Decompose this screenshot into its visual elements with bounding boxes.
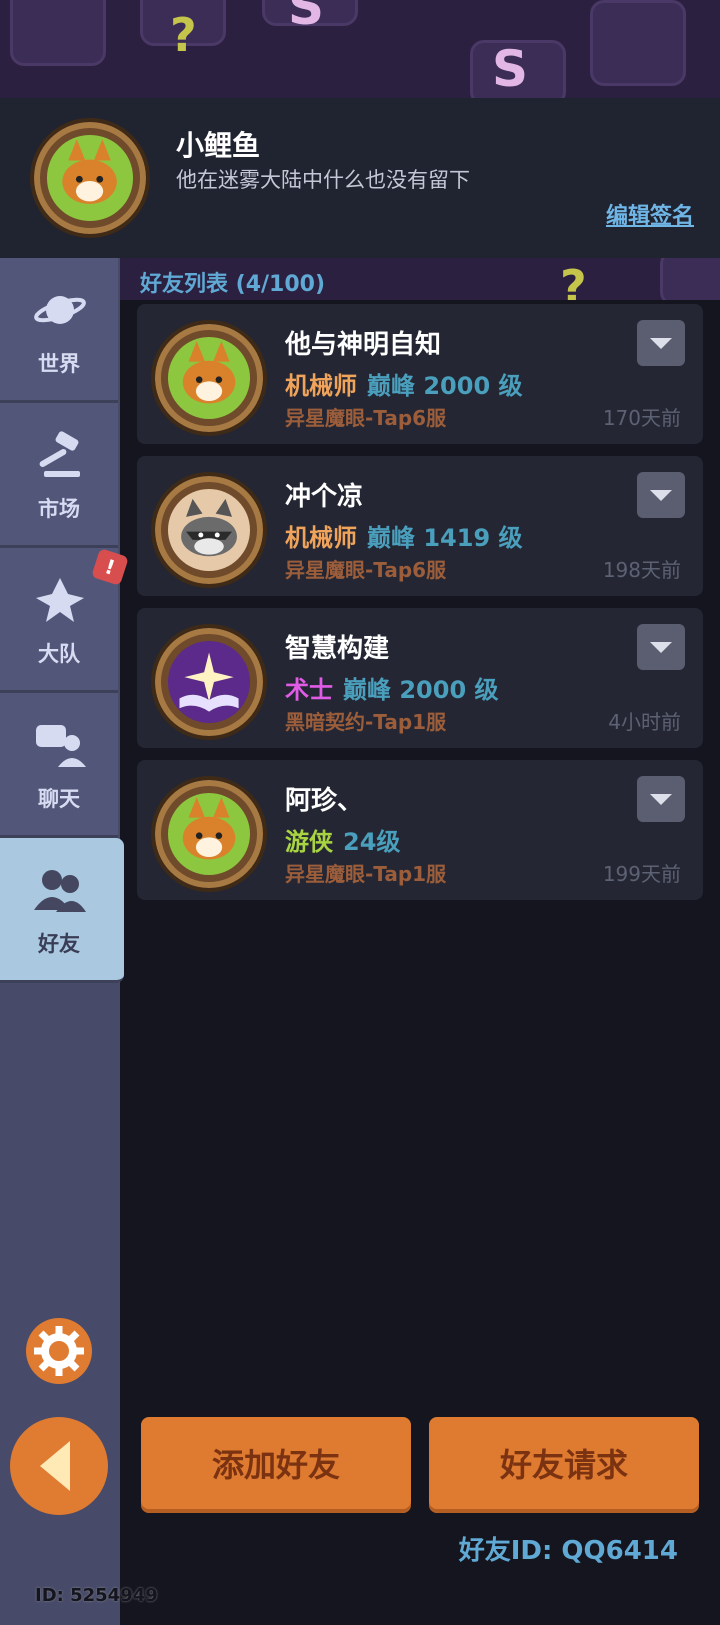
fox-avatar-icon [167,792,251,876]
sidebar-item-label: 大队 [38,642,80,666]
friend-last-online: 4小时前 [608,710,681,734]
fox-avatar-icon [167,336,251,420]
sidebar-item-friends[interactable]: 好友 [0,838,124,983]
friend-level: 24级 [343,828,401,856]
friend-avatar[interactable] [151,776,267,892]
add-friend-button[interactable]: 添加好友 [141,1417,411,1513]
flame-emblem-icon [34,576,86,624]
friend-avatar[interactable] [151,472,267,588]
friend-server: 异星魔眼-Tap6服 [285,406,447,430]
planet-icon [34,286,86,334]
friend-class-level: 游侠 24级 [285,822,400,857]
friend-class-level: 机械师 巅峰 2000 级 [285,366,523,401]
friend-last-online: 199天前 [602,862,681,886]
edit-signature-link[interactable]: 编辑签名 [606,198,694,230]
back-button[interactable] [10,1417,108,1515]
magic-book-avatar-icon [167,640,251,724]
sidebar-item-market[interactable]: 市场 [0,403,118,548]
profile-header: 小鲤鱼 他在迷雾大陆中什么也没有留下 编辑签名 [0,98,720,258]
sidebar-item-label: 聊天 [38,787,80,811]
gavel-icon [34,431,86,479]
friend-card[interactable]: 智慧构建术士 巅峰 2000 级黑暗契约-Tap1服 4小时前 [137,608,703,748]
friend-last-online: 198天前 [602,558,681,582]
friend-class: 术士 [285,676,333,704]
friend-server: 黑暗契约-Tap1服 [285,710,447,734]
chevron-down-icon [650,794,672,805]
friend-name: 他与神明自知 [285,330,442,360]
friend-server: 异星魔眼-Tap1服 [285,862,447,886]
friend-card[interactable]: 阿珍、游侠 24级异星魔眼-Tap1服 199天前 [137,760,703,900]
friend-avatar[interactable] [151,320,267,436]
sidebar-item-label: 市场 [38,497,80,521]
player-id: ID: 5254949 [35,1585,158,1606]
friend-server: 异星魔眼-Tap6服 [285,558,447,582]
profile-name: 小鲤鱼 [176,129,261,162]
sidebar-item-label: 好友 [38,932,80,956]
chevron-down-icon [650,490,672,501]
settings-gear-button[interactable] [26,1318,92,1384]
friend-card[interactable]: 他与神明自知 机械师 巅峰 2000 级异星魔眼-Tap6服 170天前 [137,304,703,444]
friend-options-dropdown[interactable] [637,776,685,822]
friend-avatar[interactable] [151,624,267,740]
friends-icon [34,866,86,914]
back-arrow-icon [40,1441,70,1491]
sidebar-item-world[interactable]: 世界 [0,258,118,403]
friend-card[interactable]: 冲个凉机械师 巅峰 1419 级异星魔眼-Tap6服 198天前 [137,456,703,596]
friend-level: 巅峰 2000 级 [367,372,523,400]
profile-signature: 他在迷雾大陆中什么也没有留下 [176,168,470,192]
friend-level: 巅峰 1419 级 [367,524,523,552]
friend-class-level: 机械师 巅峰 1419 级 [285,518,523,553]
fox-avatar-icon [47,135,133,221]
friend-requests-button[interactable]: 好友请求 [429,1417,699,1513]
friend-class-level: 术士 巅峰 2000 级 [285,670,499,705]
gear-icon [34,1326,84,1376]
friend-options-dropdown[interactable] [637,624,685,670]
chevron-down-icon [650,642,672,653]
sidebar-item-chat[interactable]: 聊天 [0,693,118,838]
friend-name: 冲个凉 [285,482,364,512]
friend-last-online: 170天前 [602,406,681,430]
friend-list-title: 好友列表 (4/100) [140,272,326,297]
friend-id-label: 好友ID: QQ6414 [458,1536,678,1566]
friend-name: 智慧构建 [285,634,390,664]
friend-level: 巅峰 2000 级 [343,676,499,704]
raccoon-avatar-icon [167,488,251,572]
friend-class: 机械师 [285,372,357,400]
chevron-down-icon [650,338,672,349]
sidebar-item-label: 世界 [38,352,80,376]
friend-class: 游侠 [285,828,333,856]
friend-options-dropdown[interactable] [637,320,685,366]
profile-avatar[interactable] [30,118,150,238]
friend-name: 阿珍、 [285,786,364,816]
chat-bubbles-icon [34,721,86,769]
friend-options-dropdown[interactable] [637,472,685,518]
friend-class: 机械师 [285,524,357,552]
